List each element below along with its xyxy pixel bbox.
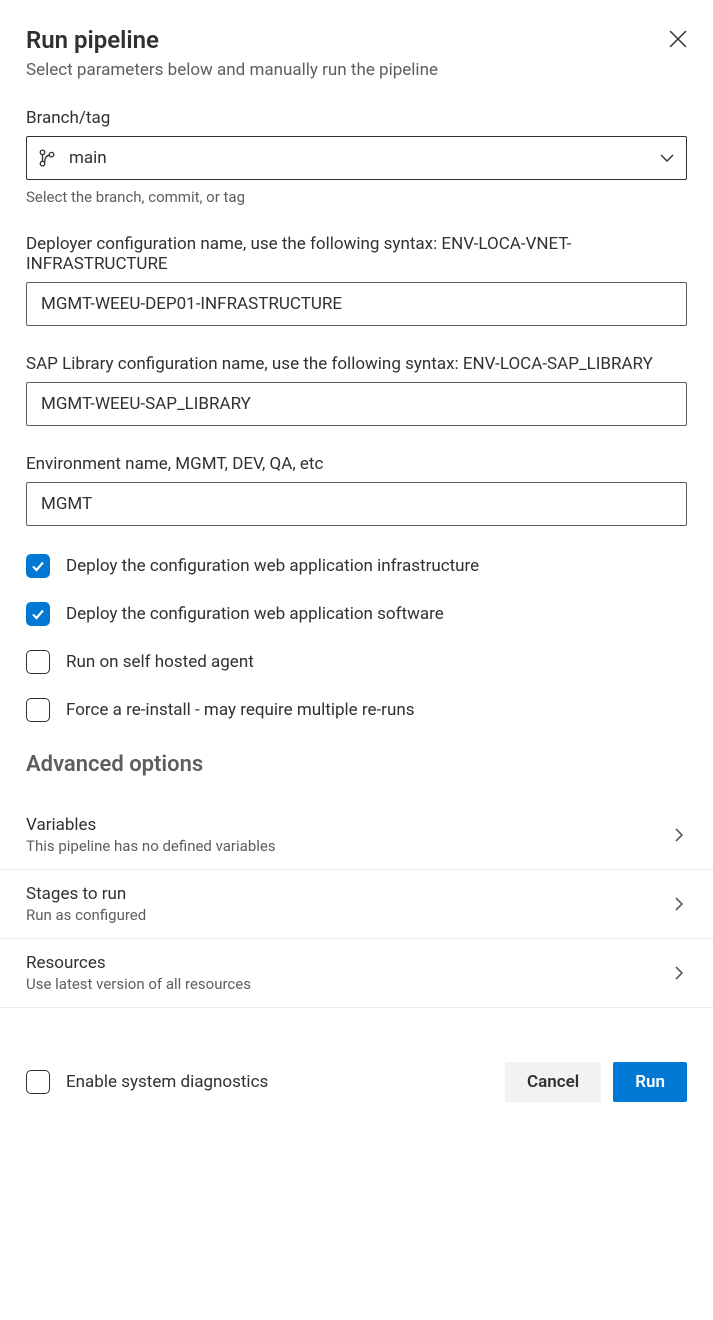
page-title: Run pipeline — [26, 26, 159, 54]
diagnostics-checkbox[interactable] — [26, 1070, 50, 1094]
selfhosted-checkbox[interactable] — [26, 650, 50, 674]
resources-row[interactable]: Resources Use latest version of all reso… — [0, 938, 713, 1008]
advanced-heading: Advanced options — [26, 752, 687, 777]
library-input[interactable] — [26, 382, 687, 426]
deploy-software-checkbox[interactable] — [26, 602, 50, 626]
reinstall-checkbox[interactable] — [26, 698, 50, 722]
env-label: Environment name, MGMT, DEV, QA, etc — [26, 454, 687, 474]
branch-label: Branch/tag — [26, 108, 687, 128]
deploy-software-label: Deploy the configuration web application… — [66, 604, 444, 624]
chevron-right-icon — [671, 896, 687, 912]
deploy-infra-label: Deploy the configuration web application… — [66, 556, 479, 576]
diagnostics-label: Enable system diagnostics — [66, 1072, 268, 1092]
chevron-right-icon — [671, 827, 687, 843]
close-icon[interactable] — [669, 30, 687, 48]
page-subtitle: Select parameters below and manually run… — [26, 60, 687, 80]
branch-helper: Select the branch, commit, or tag — [26, 188, 687, 206]
deployer-label: Deployer configuration name, use the fol… — [26, 234, 687, 274]
reinstall-label: Force a re-install - may require multipl… — [66, 700, 414, 720]
chevron-down-icon — [659, 150, 675, 166]
stages-row[interactable]: Stages to run Run as configured — [0, 869, 713, 938]
deploy-infra-checkbox[interactable] — [26, 554, 50, 578]
variables-title: Variables — [26, 815, 276, 835]
chevron-right-icon — [671, 965, 687, 981]
stages-title: Stages to run — [26, 884, 146, 904]
run-button[interactable]: Run — [613, 1062, 687, 1102]
variables-sub: This pipeline has no defined variables — [26, 837, 276, 855]
variables-row[interactable]: Variables This pipeline has no defined v… — [0, 801, 713, 869]
resources-sub: Use latest version of all resources — [26, 975, 251, 993]
resources-title: Resources — [26, 953, 251, 973]
branch-icon — [38, 149, 56, 167]
selfhosted-label: Run on self hosted agent — [66, 652, 254, 672]
env-input[interactable] — [26, 482, 687, 526]
cancel-button[interactable]: Cancel — [505, 1062, 601, 1102]
branch-select[interactable]: main — [26, 136, 687, 180]
deployer-input[interactable] — [26, 282, 687, 326]
library-label: SAP Library configuration name, use the … — [26, 354, 687, 374]
stages-sub: Run as configured — [26, 906, 146, 924]
